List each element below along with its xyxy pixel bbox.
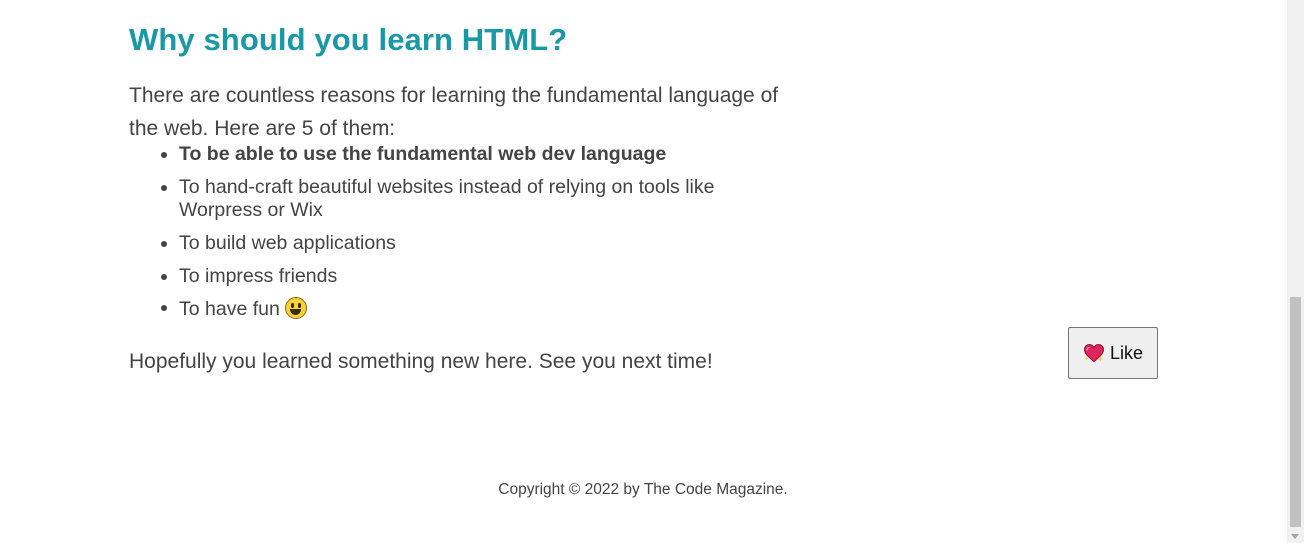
list-item-text: To build web applications [179,232,396,254]
list-item: To have fun [161,296,799,322]
list-item-text: To have fun [179,298,280,320]
scroll-down-arrow-icon[interactable] [1291,534,1299,539]
like-button-label: Like [1109,342,1144,363]
list-item-text: To hand-craft beautiful websites instead… [179,176,715,221]
list-item: To be able to use the fundamental web de… [161,143,799,166]
copyright-text: Copyright © 2022 by The Code Magazine. [498,481,788,498]
scrollbar-thumb[interactable] [1290,297,1301,527]
reasons-list: To be able to use the fundamental web de… [161,143,799,332]
article-intro: There are countless reasons for learning… [129,84,779,140]
list-item-text: To be able to use the fundamental web de… [179,143,667,165]
like-button[interactable]: Like [1068,327,1158,379]
page-footer: Copyright © 2022 by The Code Magazine. [0,481,1286,499]
list-item: To hand-craft beautiful websites instead… [161,176,799,222]
list-item: To impress friends [161,265,799,288]
list-item: To build web applications [161,232,799,255]
smiley-face-icon [284,297,307,319]
article-heading: Why should you learn HTML? [129,22,568,57]
article-closing: Hopefully you learned something new here… [129,350,713,373]
vertical-scrollbar[interactable] [1287,0,1304,543]
sparkling-heart-icon [1083,343,1104,363]
list-item-text: To impress friends [179,265,338,287]
